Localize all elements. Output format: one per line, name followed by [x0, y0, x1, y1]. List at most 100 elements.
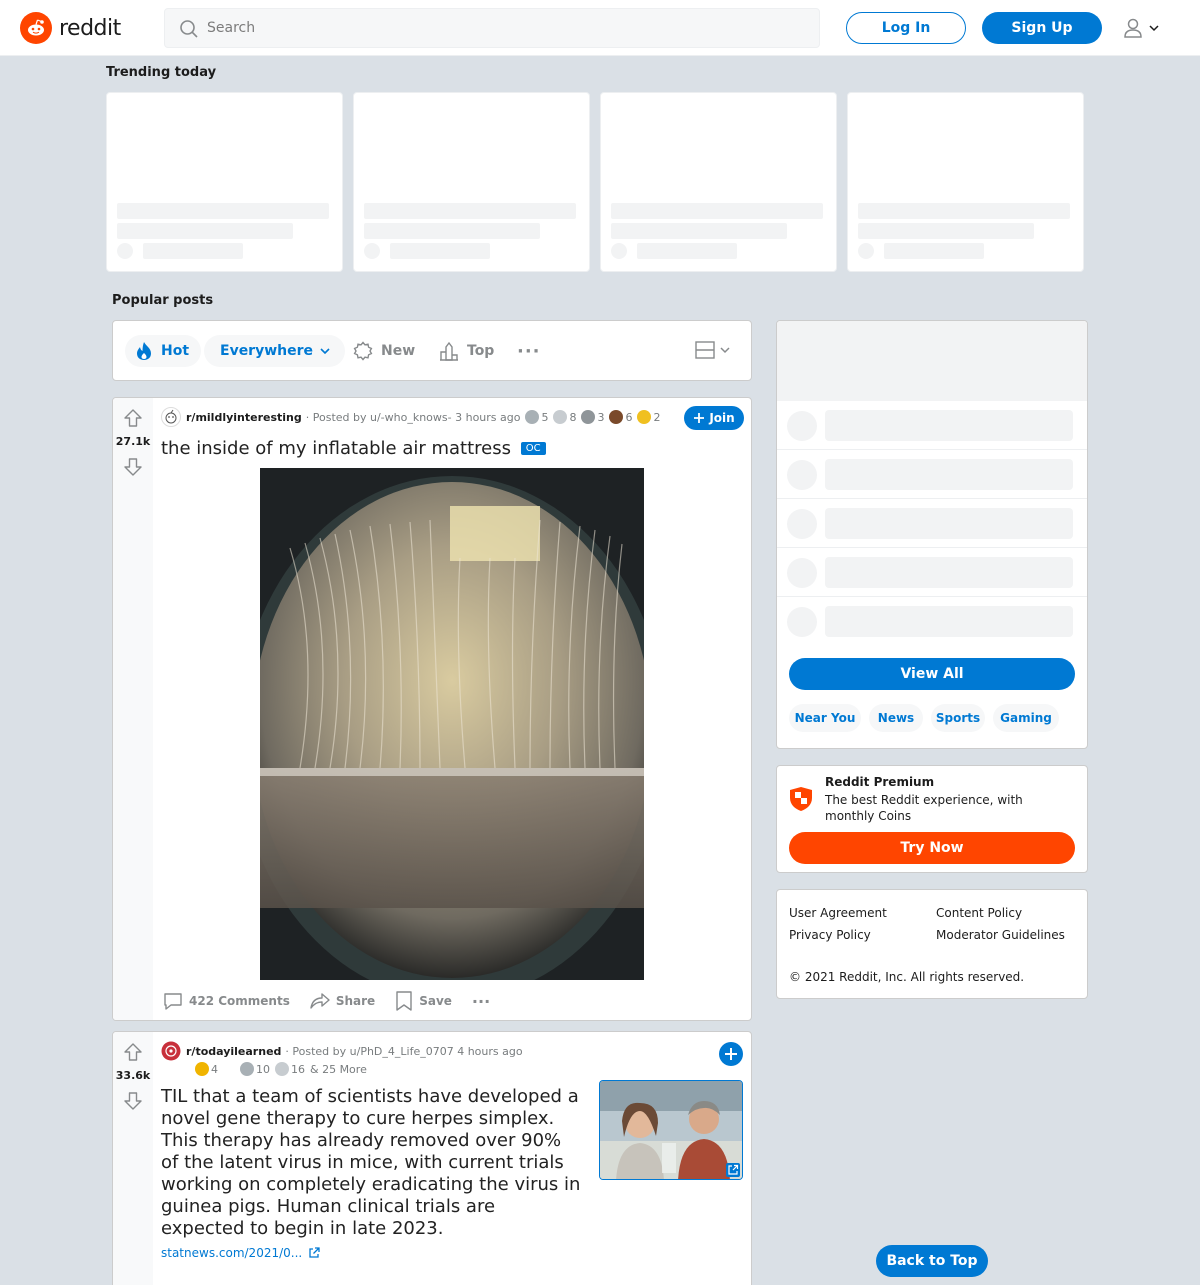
- reddit-alien-icon: [20, 12, 52, 44]
- top-chart-icon: [440, 341, 458, 361]
- upvote-icon[interactable]: [123, 1042, 143, 1062]
- card-banner-skeleton: [777, 321, 1087, 401]
- award-count: 2: [653, 410, 661, 424]
- skeleton-line: [117, 203, 329, 219]
- privacy-policy-link[interactable]: Privacy Policy: [789, 928, 871, 942]
- award-poop[interactable]: 6: [609, 410, 632, 424]
- reddit-logo[interactable]: reddit: [20, 12, 121, 44]
- skeleton-avatar: [787, 558, 817, 588]
- more-options-button[interactable]: ···: [517, 335, 541, 367]
- vote-column: 27.1k: [113, 398, 153, 1020]
- sort-hot-button[interactable]: Hot: [125, 335, 202, 367]
- mattress-photo: [260, 468, 644, 980]
- join-button[interactable]: Join: [684, 406, 744, 430]
- popular-posts-title: Popular posts: [112, 293, 214, 308]
- user-dropdown[interactable]: [1122, 14, 1166, 42]
- moderator-guidelines-link[interactable]: Moderator Guidelines: [936, 928, 1065, 942]
- post-meta: r/todayilearned · Posted by u/PhD_4_Life…: [161, 1041, 523, 1061]
- skeleton-line: [825, 410, 1073, 441]
- sort-top-button[interactable]: Top: [439, 335, 494, 367]
- link-thumbnail[interactable]: [599, 1080, 743, 1180]
- community-row-skeleton[interactable]: [777, 450, 1087, 499]
- award-silver[interactable]: 5: [525, 410, 548, 424]
- premium-card: Reddit Premium The best Reddit experienc…: [776, 765, 1088, 873]
- comments-button[interactable]: 422 Comments: [163, 991, 290, 1011]
- link-text: statnews.com/2021/0...: [161, 1246, 303, 1260]
- chevron-down-icon: [1149, 25, 1159, 32]
- skeleton-line: [390, 243, 490, 259]
- post-image[interactable]: [260, 468, 644, 980]
- downvote-icon[interactable]: [123, 457, 143, 477]
- login-button[interactable]: Log In: [846, 12, 966, 44]
- view-layout-toggle[interactable]: [695, 341, 731, 359]
- skeleton-line: [858, 203, 1070, 219]
- award-gold[interactable]: 4: [195, 1062, 218, 1076]
- trending-card[interactable]: [600, 92, 837, 272]
- content-policy-link[interactable]: Content Policy: [936, 906, 1022, 920]
- subreddit-avatar-icon[interactable]: [161, 407, 181, 427]
- trending-card[interactable]: [353, 92, 590, 272]
- post-title-text: the inside of my inflatable air mattress: [161, 438, 512, 459]
- post-card[interactable]: 27.1k r/mildlyinteresting · Posted by u/…: [112, 397, 752, 1021]
- award-silver[interactable]: 10: [240, 1062, 270, 1076]
- skeleton-line: [117, 223, 293, 239]
- back-to-top-button[interactable]: Back to Top: [876, 1245, 988, 1277]
- skeleton-avatar: [787, 460, 817, 490]
- award-helpful[interactable]: 8: [553, 410, 576, 424]
- post-title[interactable]: the inside of my inflatable air mattress…: [161, 438, 546, 459]
- vote-count: 33.6k: [115, 1069, 151, 1082]
- subreddit-avatar-icon[interactable]: [161, 1041, 181, 1061]
- view-all-button[interactable]: View All: [789, 658, 1075, 690]
- post-title[interactable]: TIL that a team of scientists have devel…: [161, 1086, 581, 1240]
- skeleton-line: [825, 606, 1073, 637]
- community-row-skeleton[interactable]: [777, 499, 1087, 548]
- post-meta: r/mildlyinteresting · Posted by u/-who_k…: [161, 407, 660, 427]
- premium-shield-icon: [790, 787, 812, 811]
- sort-top-label: Top: [467, 343, 495, 359]
- award-count: 8: [569, 410, 577, 424]
- external-link[interactable]: statnews.com/2021/0...: [161, 1246, 320, 1260]
- save-button[interactable]: Save: [395, 991, 452, 1011]
- chip-near-you[interactable]: Near You: [789, 704, 861, 732]
- user-agreement-link[interactable]: User Agreement: [789, 906, 887, 920]
- post-card[interactable]: 33.6k r/todayilearned · Posted by u/PhD_…: [112, 1031, 752, 1285]
- skeleton-line: [825, 557, 1073, 588]
- join-plus-icon[interactable]: [719, 1042, 743, 1066]
- skeleton-line: [143, 243, 243, 259]
- share-button[interactable]: Share: [310, 991, 375, 1011]
- subreddit-link[interactable]: r/mildlyinteresting: [186, 411, 302, 424]
- post-actions: 422 Comments Share Save ···: [163, 990, 510, 1012]
- try-now-button[interactable]: Try Now: [789, 832, 1075, 864]
- more-options-icon[interactable]: ···: [472, 992, 490, 1011]
- premium-description: The best Reddit experience, with monthly…: [825, 793, 1023, 823]
- chip-news[interactable]: News: [869, 704, 923, 732]
- trending-card[interactable]: [106, 92, 343, 272]
- trending-card[interactable]: [847, 92, 1084, 272]
- posted-by-text: · Posted by u/PhD_4_Life_0707 4 hours ag…: [285, 1044, 523, 1058]
- skeleton-line: [825, 459, 1073, 490]
- award-wholesome[interactable]: 2: [637, 410, 660, 424]
- award-helpful[interactable]: 16: [275, 1062, 305, 1076]
- silver-award-icon: [240, 1062, 254, 1076]
- downvote-icon[interactable]: [123, 1091, 143, 1111]
- location-filter-dropdown[interactable]: Everywhere: [204, 335, 346, 367]
- more-awards-text[interactable]: & 25 More: [310, 1063, 367, 1076]
- skeleton-avatar: [787, 509, 817, 539]
- plus-icon: [694, 413, 705, 423]
- upvote-icon[interactable]: [123, 408, 143, 428]
- search-input[interactable]: [207, 9, 807, 47]
- skeleton-line: [611, 223, 787, 239]
- signup-button[interactable]: Sign Up: [982, 12, 1102, 44]
- subreddit-link[interactable]: r/todayilearned: [186, 1045, 281, 1058]
- search-bar[interactable]: [164, 8, 820, 48]
- share-icon: [310, 993, 330, 1009]
- skeleton-avatar: [117, 243, 133, 259]
- card-view-icon: [695, 341, 715, 359]
- community-row-skeleton[interactable]: [777, 597, 1087, 646]
- chip-sports[interactable]: Sports: [931, 704, 985, 732]
- chip-gaming[interactable]: Gaming: [993, 704, 1059, 732]
- award-s[interactable]: 3: [581, 410, 604, 424]
- community-row-skeleton[interactable]: [777, 548, 1087, 597]
- community-row-skeleton[interactable]: [777, 401, 1087, 450]
- sort-new-button[interactable]: New: [353, 335, 415, 367]
